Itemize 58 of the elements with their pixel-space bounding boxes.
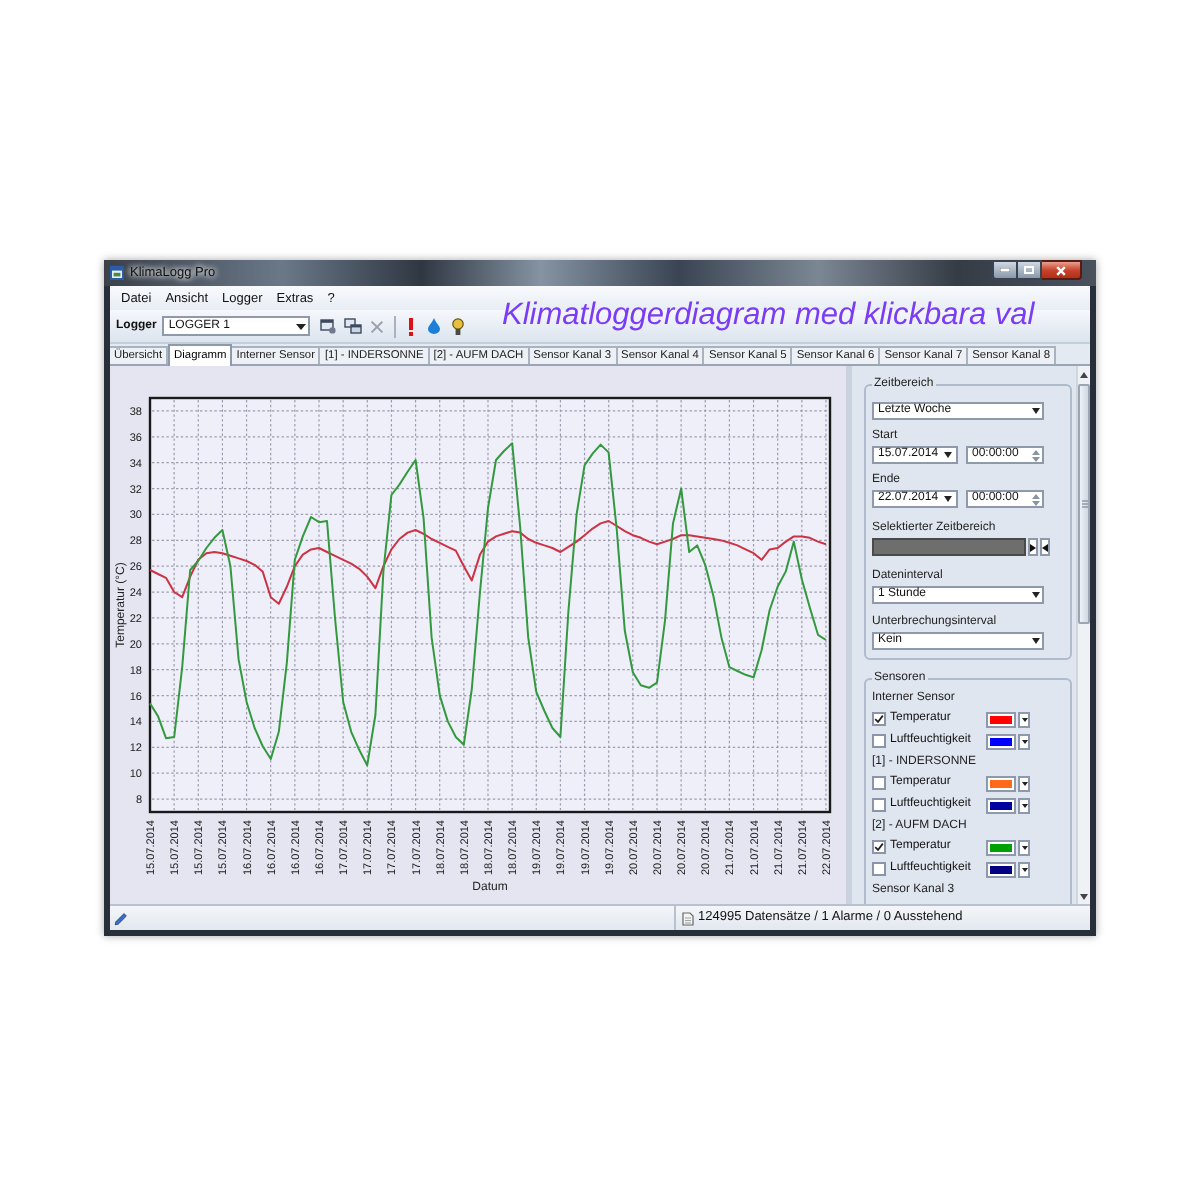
scrollbar-thumb[interactable] xyxy=(1078,384,1090,624)
grip-icon xyxy=(1081,500,1087,508)
checkbox[interactable] xyxy=(872,734,886,748)
caret-down-icon xyxy=(1021,867,1027,871)
color-dropdown-button[interactable] xyxy=(1018,775,1030,791)
caret-down-icon xyxy=(1080,893,1088,899)
document-icon xyxy=(682,911,694,925)
check-icon xyxy=(874,842,884,852)
pencil-icon xyxy=(114,911,128,925)
checkbox[interactable] xyxy=(872,712,886,726)
caret-down-icon xyxy=(1021,781,1027,785)
caret-down-icon xyxy=(1021,717,1027,721)
checkbox[interactable] xyxy=(872,776,886,790)
color-picker-button[interactable] xyxy=(986,711,1016,727)
caret-down-icon xyxy=(1021,845,1027,849)
color-dropdown-button[interactable] xyxy=(1018,711,1030,727)
caret-down-icon xyxy=(944,496,952,502)
color-dropdown-button[interactable] xyxy=(1018,733,1030,749)
checkbox[interactable] xyxy=(872,862,886,876)
caret-down-icon xyxy=(1032,592,1040,598)
exclamation-icon xyxy=(408,317,415,335)
caret-down-icon xyxy=(1021,739,1027,743)
minimize-button[interactable] xyxy=(992,260,1018,280)
close-button[interactable] xyxy=(1042,260,1082,280)
caret-down-icon xyxy=(1032,638,1040,644)
caret-down-icon xyxy=(296,323,307,329)
color-picker-button[interactable] xyxy=(986,733,1016,749)
caret-down-icon xyxy=(1032,408,1040,414)
triangle-left-icon xyxy=(1042,543,1048,551)
windows-icon xyxy=(344,318,363,334)
checkbox[interactable] xyxy=(872,798,886,812)
bulb-icon xyxy=(452,317,465,335)
close-icon xyxy=(1056,265,1066,275)
overlay-caption: Klimatloggerdiagram med klickbara val xyxy=(502,296,1035,336)
checkbox[interactable] xyxy=(872,840,886,854)
window-icon xyxy=(320,318,337,334)
drop-icon xyxy=(428,318,441,334)
color-picker-button[interactable] xyxy=(986,839,1016,855)
color-dropdown-button[interactable] xyxy=(1018,861,1030,877)
maximize-icon xyxy=(1024,266,1034,274)
color-dropdown-button[interactable] xyxy=(1018,797,1030,813)
color-picker-button[interactable] xyxy=(986,775,1016,791)
caret-up-icon xyxy=(1080,371,1088,377)
left-arrow-button[interactable] xyxy=(1040,538,1050,556)
cross-icon xyxy=(370,319,385,333)
color-picker-button[interactable] xyxy=(986,797,1016,813)
maximize-button[interactable] xyxy=(1018,260,1042,280)
caret-down-icon xyxy=(944,452,952,458)
caret-down-icon xyxy=(1021,803,1027,807)
spin-arrows-icon xyxy=(1032,449,1040,461)
app-icon xyxy=(110,266,124,280)
check-icon xyxy=(874,714,884,724)
spin-arrows-icon xyxy=(1032,493,1040,505)
triangle-right-icon xyxy=(1030,543,1036,551)
color-picker-button[interactable] xyxy=(986,861,1016,877)
color-dropdown-button[interactable] xyxy=(1018,839,1030,855)
minimize-icon xyxy=(1000,268,1010,272)
right-arrow-button[interactable] xyxy=(1028,538,1038,556)
